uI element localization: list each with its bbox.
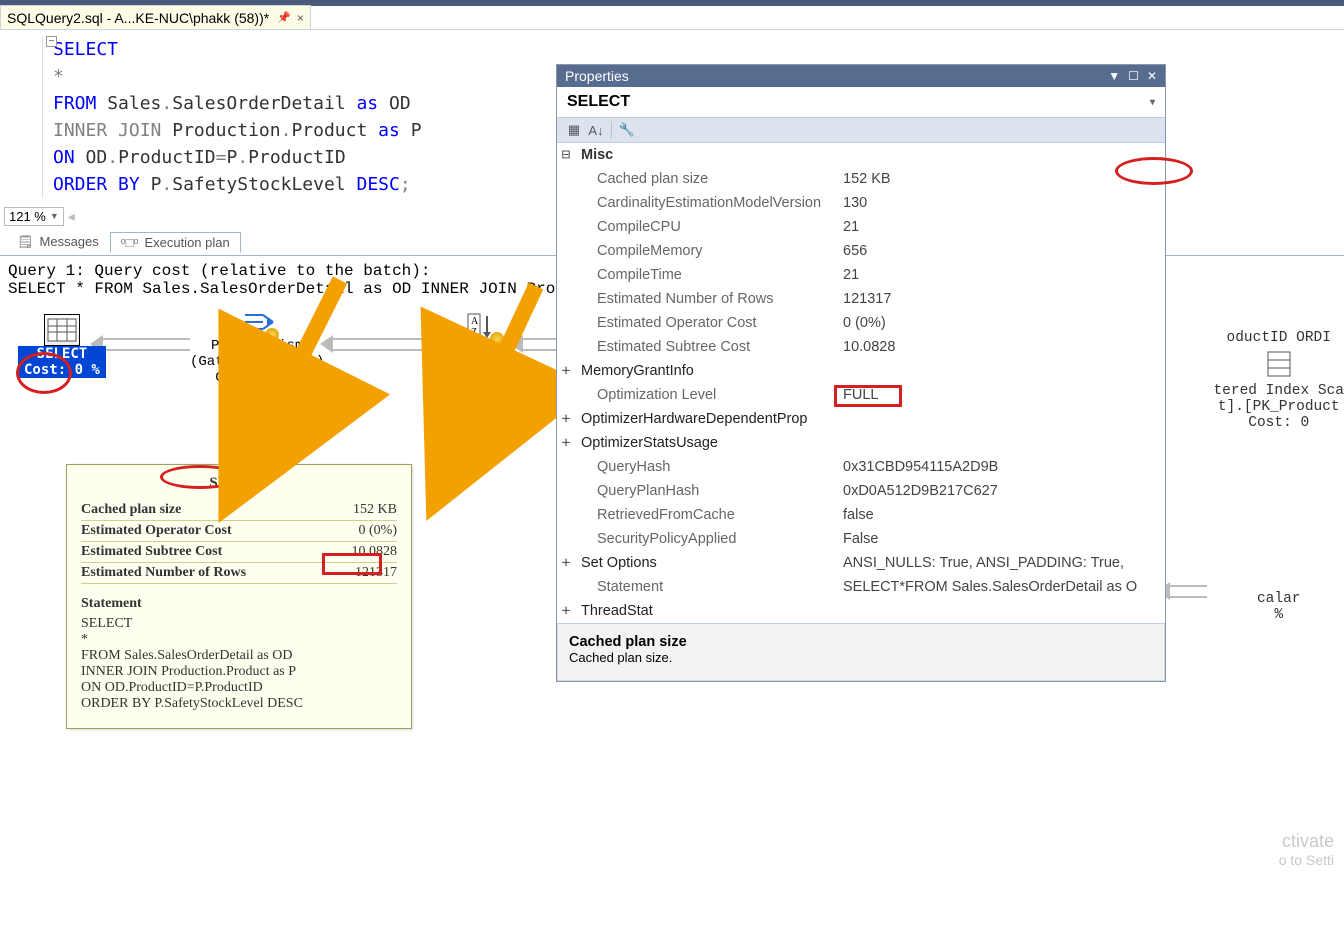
property-row[interactable]: +OptimizerHardwareDependentProp	[557, 407, 1165, 431]
chevron-down-icon: ▾	[1150, 97, 1155, 108]
plan-icon: ᵒ□ᵒ	[121, 235, 139, 250]
plan-node-sort[interactable]: AZ Sort Cost: 47 %	[440, 310, 524, 374]
document-tab-title: SQLQuery2.sql - A...KE-NUC\phakk (58))*	[7, 10, 269, 26]
close-icon[interactable]: ×	[297, 11, 304, 25]
property-row[interactable]: +ThreadStat	[557, 599, 1165, 623]
properties-object-selector[interactable]: SELECT▾	[557, 87, 1165, 117]
tab-execution-plan[interactable]: ᵒ□ᵒExecution plan	[110, 232, 241, 253]
fold-toggle-icon[interactable]: −	[46, 36, 57, 47]
zoom-dropdown[interactable]: 121 %▼	[4, 207, 64, 226]
svg-text:A: A	[471, 316, 479, 327]
property-row[interactable]: +Set OptionsANSI_NULLS: True, ANSI_PADDI…	[557, 551, 1165, 575]
property-row[interactable]: QueryPlanHash0xD0A512D9B217C627	[557, 479, 1165, 503]
dropdown-icon[interactable]: ▼	[1108, 69, 1120, 83]
properties-panel: Properties ▼ ☐ ✕ SELECT▾ ▦ A↓ 🔧 ⊟MiscCac…	[556, 64, 1166, 682]
property-row[interactable]: RetrievedFromCachefalse	[557, 503, 1165, 527]
document-tab[interactable]: SQLQuery2.sql - A...KE-NUC\phakk (58))* …	[0, 5, 311, 29]
tab-messages[interactable]: 🗒Messages	[6, 231, 110, 253]
properties-title: Properties	[565, 68, 629, 84]
chevron-down-icon: ▼	[50, 211, 59, 221]
property-row[interactable]: CompileTime21	[557, 263, 1165, 287]
window-icon[interactable]: ☐	[1128, 69, 1139, 83]
plan-node-select[interactable]: SELECT Cost: 0 %	[18, 314, 106, 378]
property-row[interactable]: SecurityPolicyAppliedFalse	[557, 527, 1165, 551]
categorized-icon[interactable]: ▦	[563, 120, 585, 140]
property-row[interactable]: Estimated Subtree Cost10.0828	[557, 335, 1165, 359]
property-row[interactable]: Optimization LevelFULL	[557, 383, 1165, 407]
plan-connector	[320, 334, 440, 354]
properties-grid[interactable]: ⊟MiscCached plan size152 KBCardinalityEs…	[557, 143, 1165, 623]
svg-text:Z: Z	[471, 327, 477, 338]
editor-code[interactable]: SELECT * FROM Sales.SalesOrderDetail as …	[42, 36, 422, 198]
properties-description: Cached plan size Cached plan size.	[557, 623, 1165, 681]
properties-toolbar: ▦ A↓ 🔧	[557, 117, 1165, 143]
plan-node-parallelism[interactable]: Parallelism (Gather Streams) Cost: 31 %	[190, 306, 324, 386]
property-row[interactable]: Estimated Operator Cost0 (0%)	[557, 311, 1165, 335]
table-result-icon	[44, 314, 80, 346]
document-tabstrip: SQLQuery2.sql - A...KE-NUC\phakk (58))* …	[0, 6, 1344, 30]
property-row[interactable]: QueryHash0x31CBD954115A2D9B	[557, 455, 1165, 479]
plan-node-clustered-index[interactable]: oductID ORDI tered Index Sca t].[PK_Prod…	[1213, 330, 1344, 623]
close-icon[interactable]: ✕	[1147, 69, 1157, 83]
messages-icon: 🗒	[17, 234, 34, 250]
pin-icon[interactable]: 📌	[277, 11, 291, 24]
wrench-icon[interactable]: 🔧	[616, 120, 638, 140]
properties-titlebar[interactable]: Properties ▼ ☐ ✕	[557, 65, 1165, 87]
property-row[interactable]: +OptimizerStatsUsage	[557, 431, 1165, 455]
property-row[interactable]: StatementSELECT*FROM Sales.SalesOrderDet…	[557, 575, 1165, 599]
alpha-sort-icon[interactable]: A↓	[585, 120, 607, 140]
sort-icon: AZ	[464, 310, 500, 342]
plan-tooltip: SELECT Cached plan size152 KBEstimated O…	[66, 464, 412, 729]
tooltip-title: SELECT	[81, 475, 397, 492]
property-row[interactable]: CardinalityEstimationModelVersion130	[557, 191, 1165, 215]
property-row[interactable]: +MemoryGrantInfo	[557, 359, 1165, 383]
property-row[interactable]: CompileCPU21	[557, 215, 1165, 239]
gather-streams-icon	[239, 306, 275, 338]
property-row[interactable]: CompileMemory656	[557, 239, 1165, 263]
property-row[interactable]: Estimated Number of Rows121317	[557, 287, 1165, 311]
property-row[interactable]: Cached plan size152 KB	[557, 167, 1165, 191]
editor-gutter	[0, 36, 42, 198]
watermark: ctivateo to Setti	[1279, 831, 1344, 868]
